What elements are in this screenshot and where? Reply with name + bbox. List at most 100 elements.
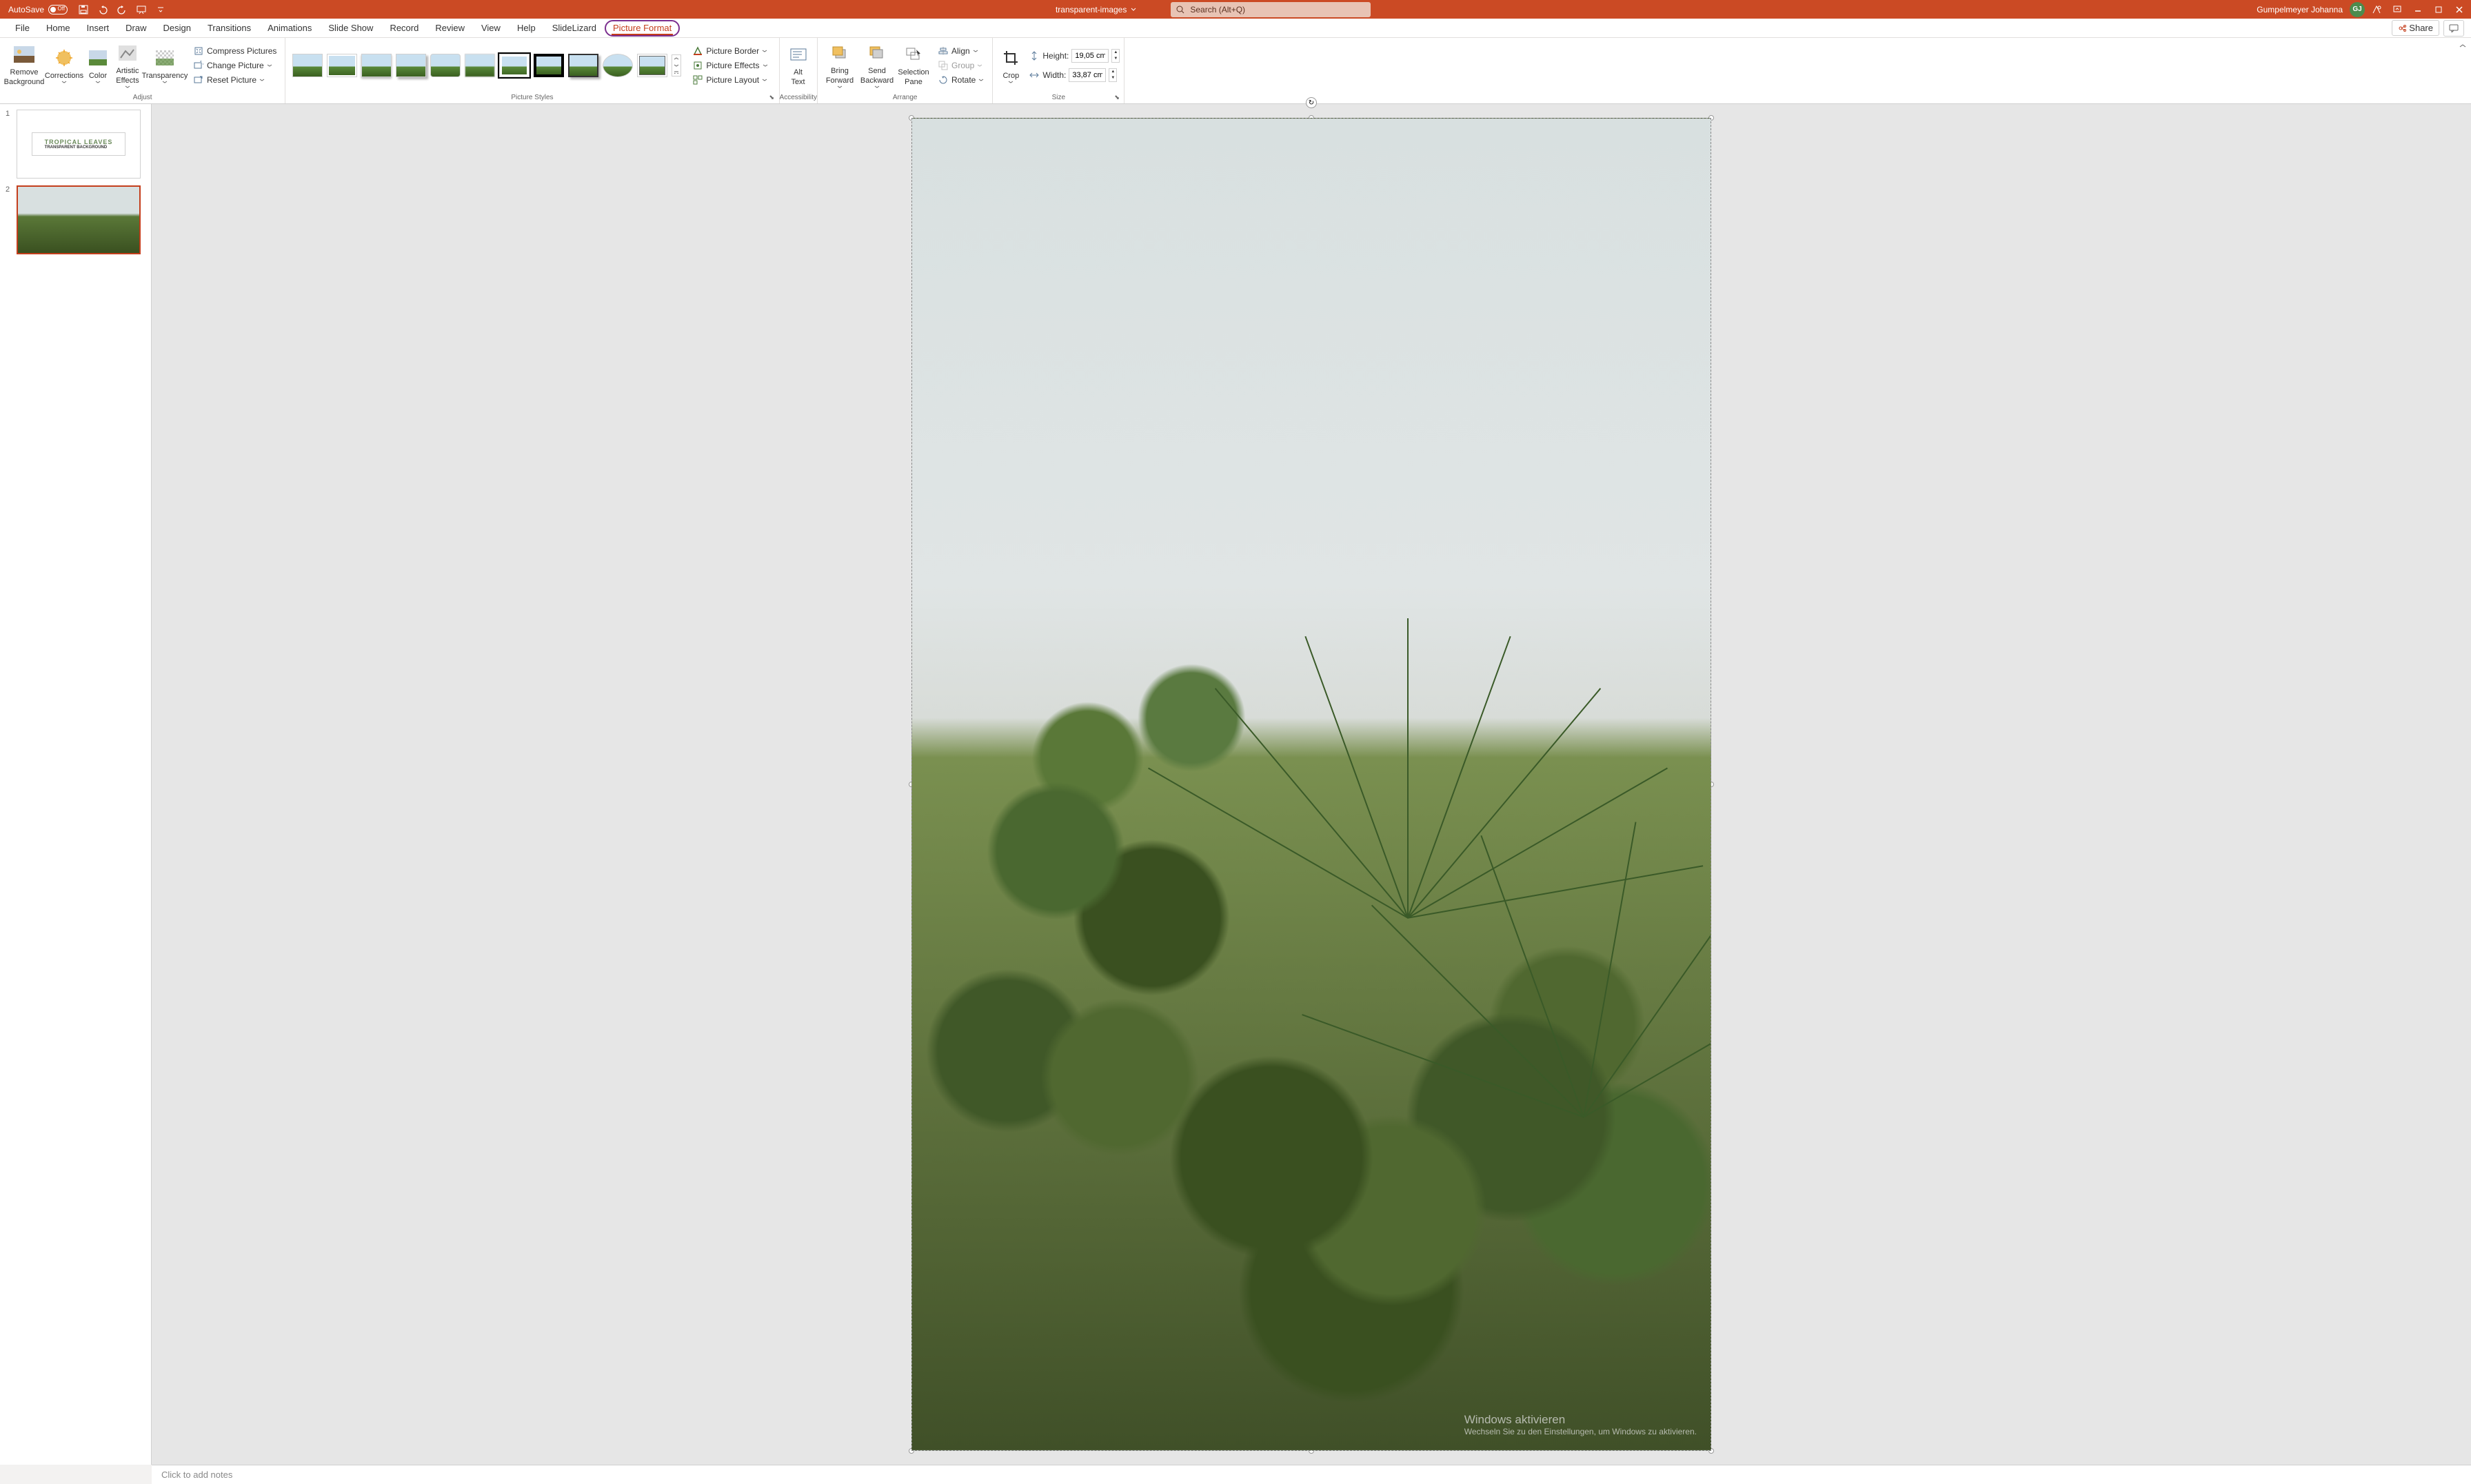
chevron-down-icon: [977, 64, 982, 67]
style-drop-shadow[interactable]: [396, 54, 426, 77]
width-input[interactable]: [1069, 68, 1106, 82]
minimize-button[interactable]: [2409, 1, 2427, 19]
slideshow-from-start-button[interactable]: [132, 1, 150, 19]
chevron-down-icon: [267, 64, 272, 67]
tab-help[interactable]: Help: [509, 19, 544, 38]
picture-styles-gallery: [292, 54, 681, 77]
style-thick-matte-black[interactable]: [534, 54, 564, 77]
picture-layout-button[interactable]: Picture Layout: [688, 73, 771, 87]
artistic-effects-button[interactable]: Artistic Effects: [112, 39, 143, 92]
share-label: Share: [2409, 23, 2433, 33]
gallery-expand-button[interactable]: [672, 54, 681, 77]
slide-thumbnail-2[interactable]: [17, 185, 141, 254]
user-avatar[interactable]: GJ: [2350, 2, 2365, 17]
style-beveled-oval[interactable]: [603, 54, 633, 77]
tab-transitions[interactable]: Transitions: [199, 19, 259, 38]
height-spinner[interactable]: ▲▼: [1111, 49, 1120, 63]
document-title[interactable]: transparent-images: [1056, 5, 1136, 14]
chevron-down-icon: [762, 50, 767, 52]
style-double-frame-black[interactable]: [499, 54, 530, 77]
slide-number-1: 1: [6, 110, 12, 179]
save-button[interactable]: [74, 1, 92, 19]
align-button[interactable]: Align: [934, 44, 988, 58]
tab-animations[interactable]: Animations: [259, 19, 320, 38]
styles-dialog-launcher[interactable]: ⬊: [769, 94, 778, 102]
user-name-label: Gumpelmeyer Johanna: [2257, 5, 2343, 14]
picture-border-button[interactable]: Picture Border: [688, 44, 771, 58]
compress-pictures-button[interactable]: Compress Pictures: [189, 44, 281, 58]
tab-picture-format[interactable]: Picture Format: [605, 20, 680, 37]
autosave-label: AutoSave: [8, 5, 44, 14]
qat-customize-button[interactable]: [152, 1, 170, 19]
alt-text-button[interactable]: Alt Text: [784, 39, 813, 92]
slide-thumbnail-1[interactable]: TROPICAL LEAVES TRANSPARENT BACKGROUND: [17, 110, 141, 179]
tab-home[interactable]: Home: [38, 19, 79, 38]
reset-picture-button[interactable]: Reset Picture: [189, 73, 281, 87]
tab-insert[interactable]: Insert: [79, 19, 118, 38]
remove-background-button[interactable]: Remove Background: [4, 39, 44, 92]
tab-file[interactable]: File: [7, 19, 38, 38]
style-simple-frame-black[interactable]: [568, 54, 598, 77]
tab-slide-show[interactable]: Slide Show: [320, 19, 381, 38]
slide-number-2: 2: [6, 185, 12, 254]
tab-slidelizard[interactable]: SlideLizard: [544, 19, 605, 38]
send-backward-button[interactable]: Send Backward: [858, 39, 896, 92]
selection-pane-button[interactable]: Selection Pane: [896, 39, 931, 92]
selected-picture[interactable]: Windows aktivieren Wechseln Sie zu den E…: [911, 118, 1711, 1451]
ribbon-display-button[interactable]: [2388, 1, 2406, 19]
send-backward-icon: [866, 42, 888, 64]
transparency-icon: [154, 47, 176, 69]
align-icon: [938, 45, 949, 57]
tab-design[interactable]: Design: [155, 19, 199, 38]
quick-access-toolbar: AutoSave Off: [3, 1, 170, 19]
artistic-icon: [117, 42, 139, 64]
picture-effects-button[interactable]: Picture Effects: [688, 59, 771, 72]
notes-pane[interactable]: Click to add notes: [152, 1465, 2471, 1484]
width-icon: [1029, 70, 1040, 81]
style-reflected-rounded[interactable]: [430, 54, 461, 77]
style-compound-frame[interactable]: [637, 54, 667, 77]
undo-button[interactable]: [94, 1, 112, 19]
group-button[interactable]: Group: [934, 59, 988, 72]
crop-button[interactable]: Crop: [997, 39, 1025, 92]
corrections-button[interactable]: Corrections: [44, 39, 84, 92]
effects-icon: [692, 60, 703, 71]
maximize-button[interactable]: [2430, 1, 2448, 19]
chevron-down-icon: [125, 85, 130, 88]
tab-review[interactable]: Review: [427, 19, 473, 38]
chevron-down-icon: [61, 81, 67, 83]
style-soft-edge[interactable]: [465, 54, 495, 77]
search-placeholder: Search (Alt+Q): [1190, 5, 1245, 14]
color-button[interactable]: Color: [84, 39, 112, 92]
toggle-switch[interactable]: Off: [48, 5, 68, 14]
tab-view[interactable]: View: [473, 19, 509, 38]
change-picture-button[interactable]: Change Picture: [189, 59, 281, 72]
collapse-ribbon-button[interactable]: [2457, 41, 2468, 52]
tab-record[interactable]: Record: [381, 19, 427, 38]
coming-soon-button[interactable]: [2368, 1, 2386, 19]
chevron-down-icon: [1131, 8, 1136, 11]
close-button[interactable]: [2450, 1, 2468, 19]
redo-button[interactable]: [113, 1, 131, 19]
layout-icon: [692, 74, 703, 85]
style-simple-frame-white[interactable]: [292, 54, 323, 77]
autosave-toggle[interactable]: AutoSave Off: [3, 5, 73, 14]
bring-forward-button[interactable]: Bring Forward: [822, 39, 858, 92]
alt-text-icon: [787, 43, 809, 65]
share-button[interactable]: Share: [2392, 20, 2439, 36]
color-icon: [87, 47, 109, 69]
style-metal-frame[interactable]: [361, 54, 392, 77]
height-input[interactable]: [1071, 49, 1109, 63]
height-icon: [1029, 50, 1040, 61]
style-beveled-matte[interactable]: [327, 54, 357, 77]
rotation-handle[interactable]: ↻: [1306, 97, 1317, 108]
size-dialog-launcher[interactable]: ⬊: [1114, 94, 1122, 102]
slide-editor[interactable]: ↻: [152, 104, 2471, 1465]
corrections-icon: [53, 47, 75, 69]
rotate-button[interactable]: Rotate: [934, 73, 988, 87]
tab-draw[interactable]: Draw: [117, 19, 154, 38]
transparency-button[interactable]: Transparency: [143, 39, 186, 92]
width-spinner[interactable]: ▲▼: [1109, 68, 1117, 82]
search-input[interactable]: Search (Alt+Q): [1171, 2, 1371, 17]
comments-button[interactable]: [2443, 20, 2464, 37]
